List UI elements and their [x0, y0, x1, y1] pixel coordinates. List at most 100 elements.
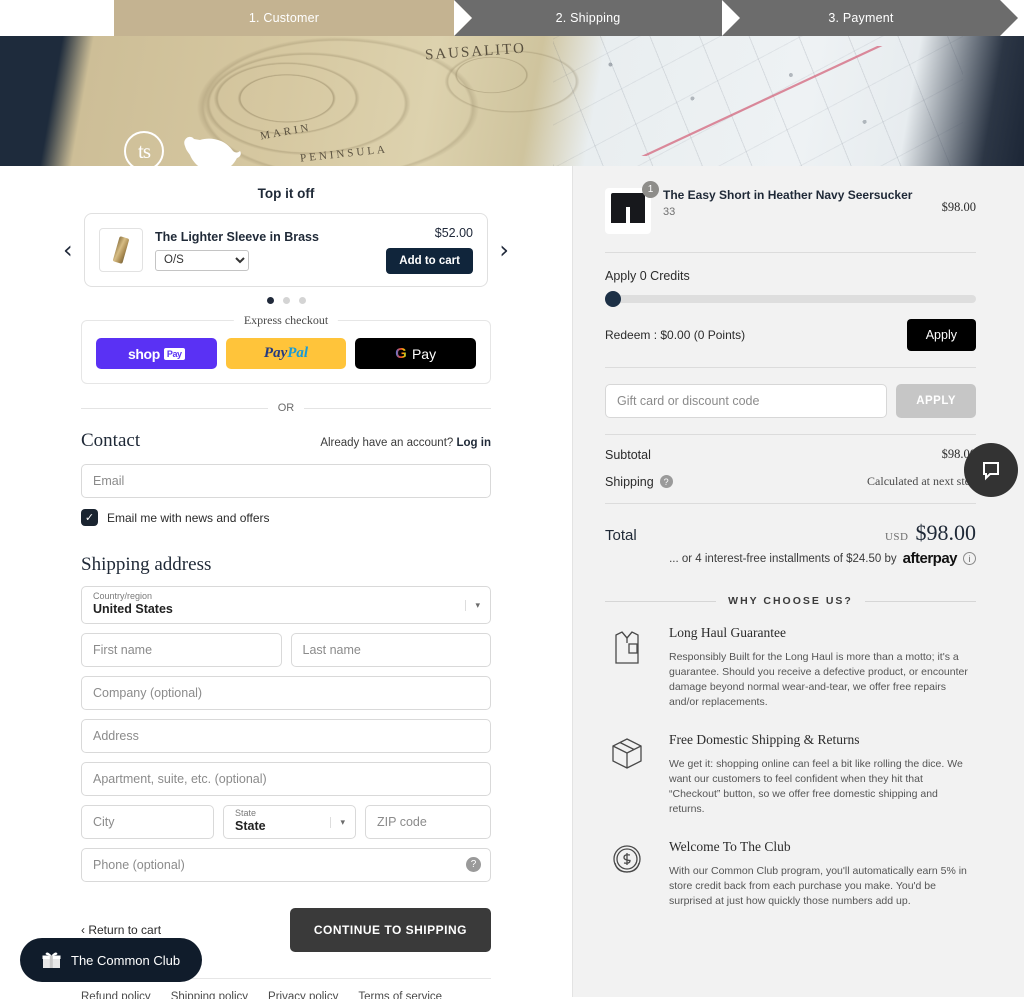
why-choose-item-title: Welcome To The Club — [669, 839, 791, 854]
apartment-input[interactable] — [81, 762, 491, 796]
privacy-policy-link[interactable]: Privacy policy — [268, 991, 338, 999]
account-prompt-text: Already have an account? — [320, 437, 454, 449]
afterpay-installments: ... or 4 interest-free installments of $… — [605, 550, 976, 573]
or-divider-label: OR — [277, 402, 295, 414]
common-club-button[interactable]: The Common Club — [20, 938, 203, 982]
address-input[interactable] — [81, 719, 491, 753]
shipping-row: Shipping ? Calculated at next step — [605, 474, 976, 489]
back-chevron-icon: ‹ — [81, 923, 85, 937]
coin-icon — [605, 839, 649, 909]
checkout-form-column: Top it off ‹ The Lighter Sleeve in Brass… — [0, 166, 572, 999]
shop-pay-badge: Pay — [163, 347, 185, 360]
step-customer[interactable]: 1. Customer — [114, 0, 472, 36]
subtotal-row: Subtotal $98.00 — [605, 447, 976, 462]
discount-code-row: APPLY — [605, 368, 976, 434]
why-choose-item-text: We get it: shopping online can feel a bi… — [669, 758, 963, 815]
state-select[interactable]: State State ▾ — [223, 805, 356, 839]
shipping-policy-link[interactable]: Shipping policy — [171, 991, 248, 999]
discount-apply-button: APPLY — [896, 384, 976, 418]
credits-slider[interactable] — [605, 291, 976, 307]
continue-to-shipping-button[interactable]: CONTINUE TO SHIPPING — [289, 908, 491, 952]
google-pay-label: Pay — [411, 345, 437, 362]
google-g-icon: G — [395, 345, 407, 362]
carousel-next-icon[interactable]: › — [499, 238, 509, 262]
order-summary-column: 1 The Easy Short in Heather Navy Seersuc… — [572, 166, 1024, 997]
carousel-dot-2[interactable] — [282, 297, 290, 304]
why-choose-item: Welcome To The Club With our Common Club… — [605, 839, 976, 909]
google-pay-button[interactable]: G Pay — [355, 338, 477, 369]
redeem-apply-button[interactable]: Apply — [906, 319, 976, 351]
zip-input[interactable] — [365, 805, 491, 839]
terms-of-service-link[interactable]: Terms of service — [358, 991, 442, 999]
shirt-icon — [605, 625, 649, 710]
paypal-label-pal: Pal — [287, 345, 309, 361]
lighter-sleeve-icon — [112, 236, 130, 264]
installments-text: ... or 4 interest-free installments of $… — [669, 552, 897, 565]
newsletter-label: Email me with news and offers — [107, 510, 270, 525]
shop-pay-button[interactable]: shop Pay — [96, 338, 217, 369]
checkout-body: Top it off ‹ The Lighter Sleeve in Brass… — [0, 166, 1024, 999]
step-shipping-label: 2. Shipping — [555, 11, 621, 25]
company-input[interactable] — [81, 676, 491, 710]
newsletter-optin-row[interactable]: ✓ Email me with news and offers — [81, 509, 491, 526]
afterpay-info-icon[interactable]: i — [963, 552, 976, 565]
store-logo[interactable]: ts — [124, 131, 244, 166]
express-checkout-legend: Express checkout — [233, 313, 339, 328]
phone-help-icon[interactable]: ? — [466, 857, 481, 872]
carousel-dots — [81, 287, 491, 304]
why-choose-us-heading: WHY CHOOSE US? — [728, 595, 853, 607]
upsell-variant-select[interactable]: O/S — [155, 249, 249, 271]
country-region-select[interactable]: Country/region United States ▾ — [81, 586, 491, 624]
carousel-prev-icon[interactable]: ‹ — [63, 238, 73, 262]
step-shipping[interactable]: 2. Shipping — [454, 0, 740, 36]
upsell-product-name: The Lighter Sleeve in Brass — [155, 229, 319, 244]
phone-input[interactable] — [81, 848, 491, 882]
divider — [605, 434, 976, 435]
upsell-heading: Top it off — [257, 186, 315, 201]
chat-widget-button[interactable] — [964, 443, 1018, 497]
first-name-input[interactable] — [81, 633, 282, 667]
divider — [605, 252, 976, 253]
shop-pay-label: shop — [128, 345, 160, 362]
shipping-label: Shipping — [605, 474, 654, 489]
brand-monogram-icon: ts — [124, 131, 164, 166]
afterpay-logo: afterpay — [902, 550, 958, 567]
step-payment[interactable]: 3. Payment — [722, 0, 1018, 36]
why-choose-item: Long Haul Guarantee Responsibly Built fo… — [605, 625, 976, 710]
common-club-label: The Common Club — [71, 952, 181, 968]
city-input[interactable] — [81, 805, 214, 839]
why-choose-us-divider: WHY CHOOSE US? — [605, 595, 976, 607]
paypal-label-pay: Pay — [263, 345, 288, 361]
step-customer-label: 1. Customer — [248, 11, 320, 25]
total-row: Total USD $98.00 — [605, 504, 976, 550]
last-name-input[interactable] — [290, 633, 491, 667]
refund-policy-link[interactable]: Refund policy — [81, 991, 151, 999]
account-prompt: Already have an account? Log in — [320, 437, 491, 449]
total-currency: USD — [884, 531, 909, 543]
why-choose-item: Free Domestic Shipping & Returns We get … — [605, 732, 976, 817]
redeem-row: Redeem : $0.00 (0 Points) Apply — [605, 319, 976, 367]
newsletter-checkbox[interactable]: ✓ — [81, 509, 98, 526]
order-line-item: 1 The Easy Short in Heather Navy Seersuc… — [605, 181, 976, 252]
return-to-cart-link[interactable]: ‹ Return to cart — [81, 923, 161, 937]
shipping-help-icon[interactable]: ? — [659, 475, 673, 488]
discount-code-input[interactable] — [605, 384, 888, 418]
email-input[interactable] — [81, 464, 491, 498]
paypal-button[interactable]: PayPal — [225, 338, 347, 369]
step-payment-label: 3. Payment — [828, 11, 894, 25]
carousel-dot-3[interactable] — [298, 297, 306, 304]
total-value: $98.00 — [915, 520, 977, 545]
redeem-label: Redeem : $0.00 (0 Points) — [605, 328, 746, 342]
login-link[interactable]: Log in — [457, 437, 492, 449]
carousel-dot-1[interactable] — [266, 297, 274, 304]
bear-logo-icon — [184, 136, 241, 166]
box-icon — [605, 732, 649, 817]
subtotal-label: Subtotal — [605, 447, 651, 462]
chat-icon — [983, 462, 999, 481]
why-choose-item-title: Free Domestic Shipping & Returns — [669, 732, 860, 747]
credits-slider-handle[interactable] — [605, 291, 621, 307]
return-to-cart-label: Return to cart — [88, 923, 162, 937]
why-choose-item-title: Long Haul Guarantee — [669, 625, 786, 640]
add-to-cart-button[interactable]: Add to cart — [386, 248, 473, 274]
state-value: State — [235, 819, 266, 833]
